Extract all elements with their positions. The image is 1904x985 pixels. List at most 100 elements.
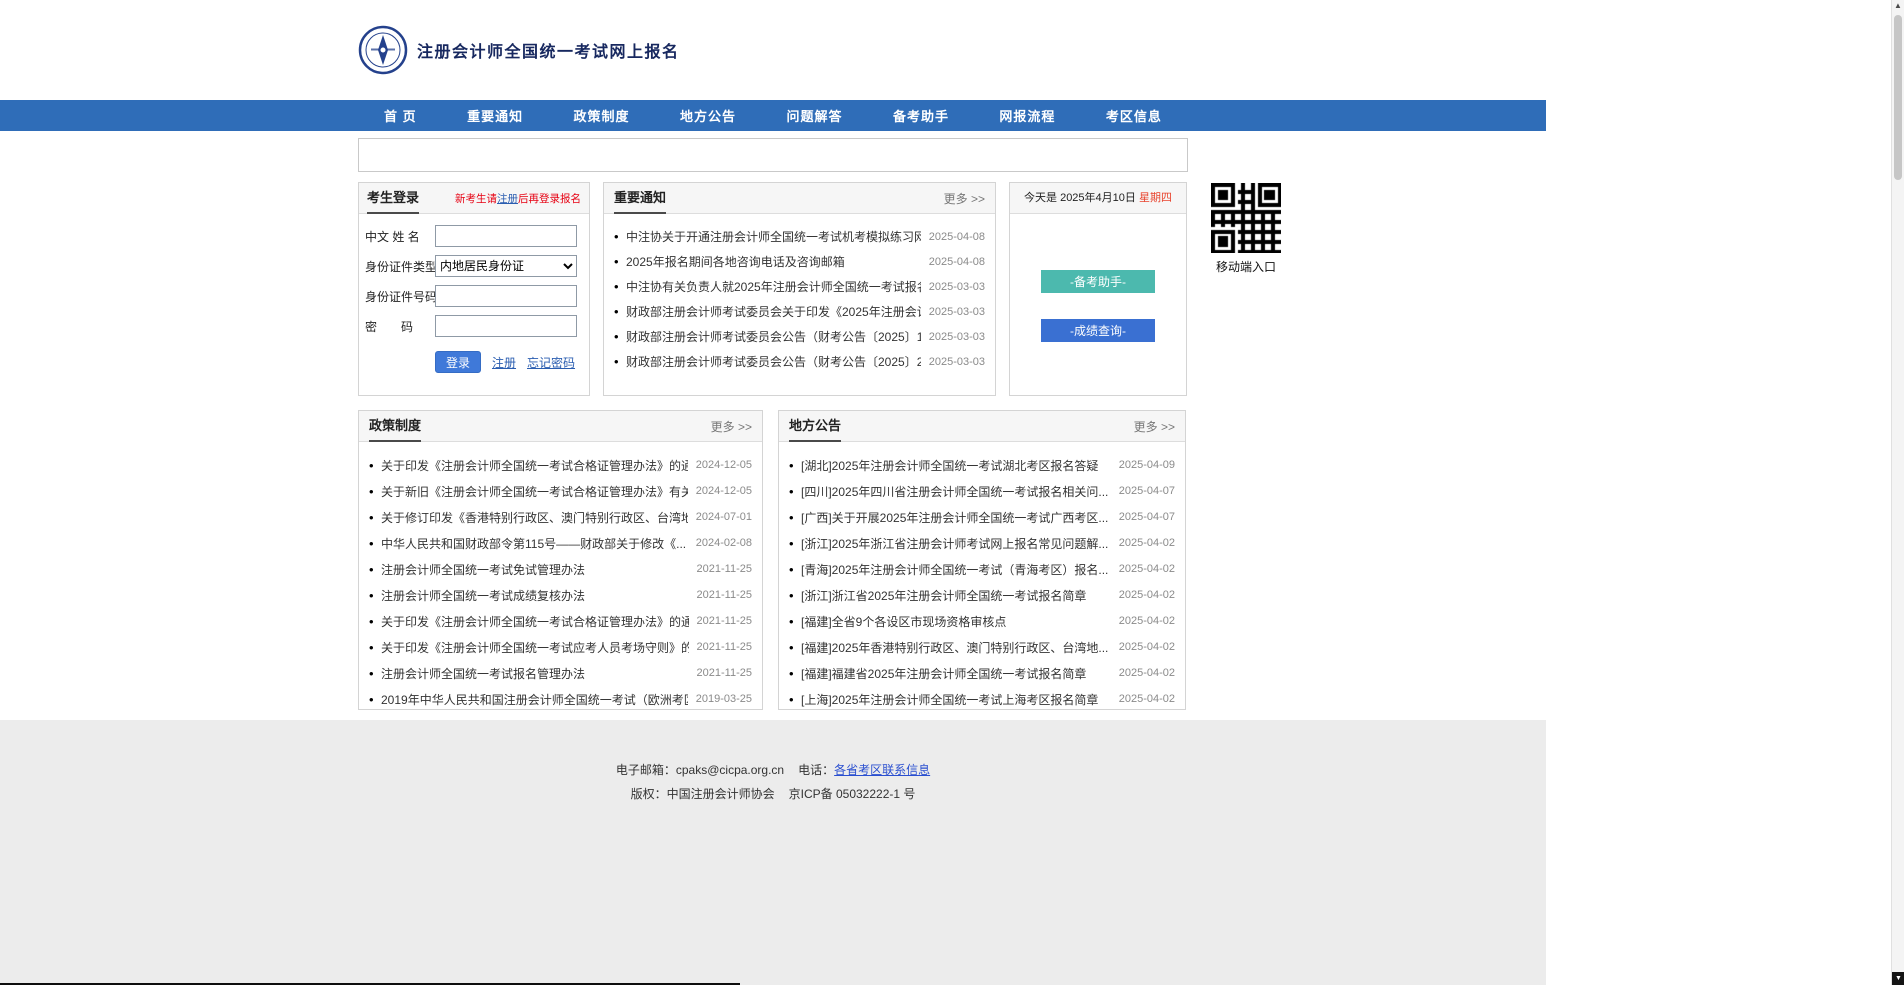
nav-item[interactable]: 问题解答: [786, 106, 842, 125]
local-date: 2025-04-02: [1119, 563, 1175, 575]
footer-contact-line: 电子邮箱：cpaks@cicpa.org.cn电话：各省考区联系信息: [0, 762, 1546, 779]
policy-link[interactable]: 2019年中华人民共和国注册会计师全国统一考试（欧洲考区...: [381, 691, 688, 708]
policy-link[interactable]: 关于新旧《注册会计师全国统一考试合格证管理办法》有关衔接...: [381, 483, 688, 500]
register-inline-link[interactable]: 注册: [497, 193, 518, 205]
local-link[interactable]: [福建]2025年香港特别行政区、澳门特别行政区、台湾地...: [801, 639, 1111, 656]
bullet-icon: •: [614, 305, 626, 318]
page-title: 注册会计师全国统一考试网上报名: [417, 38, 680, 62]
local-link[interactable]: [上海]2025年注册会计师全国统一考试上海考区报名简章: [801, 691, 1111, 708]
login-title: 考生登录: [367, 183, 419, 214]
notice-suffix: 后再登录报名: [518, 193, 581, 205]
policy-link[interactable]: 注册会计师全国统一考试报名管理办法: [381, 665, 689, 682]
login-form: 中文 姓 名 身份证件类型 内地居民身份证 身份证件号码 密 码: [359, 214, 589, 373]
local-link[interactable]: [青海]2025年注册会计师全国统一考试（青海考区）报名...: [801, 561, 1111, 578]
notice-link[interactable]: 财政部注册会计师考试委员会公告（财考公告〔2025〕1号...: [626, 328, 921, 345]
bullet-icon: •: [789, 511, 801, 524]
policy-link[interactable]: 关于印发《注册会计师全国统一考试合格证管理办法》的通知: [381, 613, 689, 630]
local-link[interactable]: [浙江]2025年浙江省注册会计师考试网上报名常见问题解...: [801, 535, 1111, 552]
policy-title: 政策制度: [369, 411, 421, 442]
notice-date: 2025-04-08: [929, 256, 985, 268]
local-link[interactable]: [四川]2025年四川省注册会计师全国统一考试报名相关问...: [801, 483, 1111, 500]
nav-item[interactable]: 考区信息: [1106, 106, 1162, 125]
nav-item[interactable]: 首 页: [384, 106, 417, 125]
policy-date: 2021-11-25: [697, 563, 752, 575]
policy-link[interactable]: 关于修订印发《香港特别行政区、澳门特别行政区、台湾地区居...: [381, 509, 688, 526]
register-link[interactable]: 注册: [492, 354, 516, 371]
nav-items: 首 页 重要通知 政策制度 地方公告 问题解答 备考助手 网报流程 考区信息: [358, 100, 1188, 131]
bullet-icon: •: [789, 641, 801, 654]
exam-aid-button[interactable]: -备考助手-: [1041, 270, 1155, 293]
nav-item[interactable]: 政策制度: [574, 106, 630, 125]
scroll-down-arrow-icon[interactable]: ▼: [1892, 972, 1904, 985]
top-row: 考生登录 新考生请注册后再登录报名 中文 姓 名 身份证件类型 内地居民身份证 …: [358, 182, 1188, 396]
bullet-icon: •: [614, 230, 626, 243]
nav-item[interactable]: 重要通知: [467, 106, 523, 125]
bullet-icon: •: [369, 563, 381, 576]
nav-item[interactable]: 备考助手: [893, 106, 949, 125]
policy-date: 2024-12-05: [696, 485, 752, 497]
policy-panel: 政策制度 更多 >> • 关于印发《注册会计师全国统一考试合格证管理办法》的通知…: [358, 410, 763, 710]
scrollbar-thumb[interactable]: [1894, 15, 1902, 180]
local-link[interactable]: [福建]全省9个各设区市现场资格审核点: [801, 613, 1111, 630]
local-link[interactable]: [福建]福建省2025年注册会计师全国统一考试报名简章: [801, 665, 1111, 682]
notices-panel-header: 重要通知 更多 >>: [604, 183, 995, 214]
local-link[interactable]: [广西]关于开展2025年注册会计师全国统一考试广西考区...: [801, 509, 1111, 526]
password-row: 密 码: [365, 315, 583, 337]
local-announcements-panel: 地方公告 更多 >> • [湖北]2025年注册会计师全国统一考试湖北考区报名答…: [778, 410, 1186, 710]
local-link[interactable]: [湖北]2025年注册会计师全国统一考试湖北考区报名答疑: [801, 457, 1111, 474]
score-query-button[interactable]: -成绩查询-: [1041, 319, 1155, 342]
local-more-link[interactable]: 更多 >>: [1134, 418, 1175, 435]
policy-item: • 注册会计师全国统一考试免试管理办法 2021-11-25: [369, 556, 752, 582]
bullet-icon: •: [369, 511, 381, 524]
login-actions: 登录 注册 忘记密码: [435, 351, 583, 373]
important-notices-panel: 重要通知 更多 >> • 中注协关于开通注册会计师全国统一考试机考模拟练习网站的…: [603, 182, 996, 396]
local-link[interactable]: [浙江]浙江省2025年注册会计师全国统一考试报名简章: [801, 587, 1111, 604]
policy-link[interactable]: 注册会计师全国统一考试成绩复核办法: [381, 587, 689, 604]
scrollbar[interactable]: ▲ ▼: [1891, 0, 1904, 985]
bullet-icon: •: [789, 485, 801, 498]
page: 注册会计师全国统一考试网上报名 首 页 重要通知 政策制度 地方公告 问题解答 …: [0, 0, 1546, 985]
nav-item[interactable]: 地方公告: [680, 106, 736, 125]
local-date: 2025-04-09: [1119, 459, 1175, 471]
policy-link[interactable]: 注册会计师全国统一考试免试管理办法: [381, 561, 689, 578]
policy-link[interactable]: 关于印发《注册会计师全国统一考试应考人员考场守则》的通知: [381, 639, 689, 656]
notice-date: 2025-04-08: [929, 231, 985, 243]
policy-item: • 中华人民共和国财政部令第115号——财政部关于修改《... 2024-02-…: [369, 530, 752, 556]
id-number-row: 身份证件号码: [365, 285, 583, 307]
notice-link[interactable]: 财政部注册会计师考试委员会公告（财考公告〔2025〕2号...: [626, 353, 921, 370]
id-type-select[interactable]: 内地居民身份证: [435, 255, 577, 277]
qr-label: 移动端入口: [1210, 258, 1282, 275]
cicpa-logo-icon: [358, 25, 408, 75]
password-input[interactable]: [435, 315, 577, 337]
local-item: • [四川]2025年四川省注册会计师全国统一考试报名相关问... 2025-0…: [789, 478, 1175, 504]
policy-more-link[interactable]: 更多 >>: [711, 418, 752, 435]
policy-item: • 关于新旧《注册会计师全国统一考试合格证管理办法》有关衔接... 2024-1…: [369, 478, 752, 504]
policy-link[interactable]: 中华人民共和国财政部令第115号——财政部关于修改《...: [381, 535, 688, 552]
notice-date: 2025-03-03: [929, 281, 985, 293]
login-button[interactable]: 登录: [435, 351, 481, 373]
local-item: • [浙江]浙江省2025年注册会计师全国统一考试报名简章 2025-04-02: [789, 582, 1175, 608]
id-type-row: 身份证件类型 内地居民身份证: [365, 255, 583, 277]
forgot-password-link[interactable]: 忘记密码: [527, 354, 575, 371]
notices-more-link[interactable]: 更多 >>: [944, 190, 985, 207]
policy-item: • 关于印发《注册会计师全国统一考试应考人员考场守则》的通知 2021-11-2…: [369, 634, 752, 660]
local-date: 2025-04-02: [1119, 537, 1175, 549]
scroll-up-arrow-icon[interactable]: ▲: [1892, 1, 1904, 10]
bullet-icon: •: [369, 693, 381, 706]
nav-item[interactable]: 网报流程: [999, 106, 1055, 125]
bullet-icon: •: [789, 615, 801, 628]
local-title: 地方公告: [789, 411, 841, 442]
local-item: • [福建]福建省2025年注册会计师全国统一考试报名简章 2025-04-02: [789, 660, 1175, 686]
notice-link[interactable]: 中注协有关负责人就2025年注册会计师全国统一考试报名相...: [626, 278, 921, 295]
login-panel-header: 考生登录 新考生请注册后再登录报名: [359, 183, 589, 214]
local-date: 2025-04-07: [1119, 511, 1175, 523]
contact-info-link[interactable]: 各省考区联系信息: [834, 763, 930, 777]
policy-link[interactable]: 关于印发《注册会计师全国统一考试合格证管理办法》的通知: [381, 457, 688, 474]
notice-link[interactable]: 中注协关于开通注册会计师全国统一考试机考模拟练习网站的公...: [626, 228, 921, 245]
id-number-input[interactable]: [435, 285, 577, 307]
header-inner: 注册会计师全国统一考试网上报名: [358, 0, 1188, 100]
name-input[interactable]: [435, 225, 577, 247]
notice-link[interactable]: 2025年报名期间各地咨询电话及咨询邮箱: [626, 253, 921, 270]
notice-link[interactable]: 财政部注册会计师考试委员会关于印发《2025年注册会计师...: [626, 303, 921, 320]
footer-copyright-line: 版权：中国注册会计师协会京ICP备 05032222-1 号: [0, 786, 1546, 803]
